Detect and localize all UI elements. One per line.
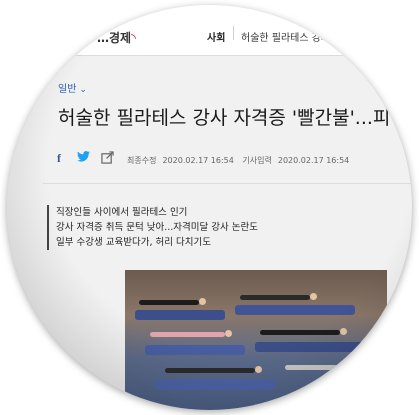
site-header: …경제◝ 사회 허술한 필라테스 강사 <box>7 5 412 56</box>
article-dates: 최종수정 2020.02.17 16:54 기사입력 2020.02.17 16:5… <box>127 155 355 166</box>
article-photo <box>125 270 387 410</box>
summary-line: 직장인들 사이에서 필라테스 인기 <box>56 207 188 218</box>
nav-divider <box>233 26 234 40</box>
article-summary: 직장인들 사이에서 필라테스 인기 강사 자격증 취득 문턱 낮아...자격미달… <box>47 205 258 250</box>
category-dropdown[interactable]: 일반 ⌄ <box>58 80 87 95</box>
summary-line: 일부 수강생 교육받다가, 허리 다치기도 <box>56 237 211 248</box>
modified-label: 최종수정 <box>127 156 157 165</box>
share-icon[interactable] <box>101 151 114 164</box>
divider <box>43 183 412 184</box>
published-label: 기사입력 <box>242 156 272 165</box>
nav-section-society[interactable]: 사회 <box>207 29 225 44</box>
header-article-title: 허술한 필라테스 강사 <box>241 33 331 44</box>
site-logo[interactable]: …경제◝ <box>97 29 136 46</box>
magnified-view: …경제◝ 사회 허술한 필라테스 강사 일반 ⌄ 허술한 필라테스 강사 자격증 … <box>7 5 412 410</box>
published-date: 2020.02.17 16:54 <box>277 156 350 165</box>
chevron-down-icon: ⌄ <box>79 85 87 95</box>
logo-mark: ◝ <box>131 31 136 45</box>
summary-line: 강사 자격증 취득 문턱 낮아...자격미달 강사 논란도 <box>56 222 258 233</box>
category-label: 일반 <box>58 84 77 95</box>
facebook-icon[interactable]: f <box>57 151 61 166</box>
twitter-icon[interactable] <box>77 151 90 165</box>
modified-date: 2020.02.17 16:54 <box>162 156 234 165</box>
article-headline: 허술한 필라테스 강사 자격증 '빨간불'...피 <box>58 107 391 129</box>
